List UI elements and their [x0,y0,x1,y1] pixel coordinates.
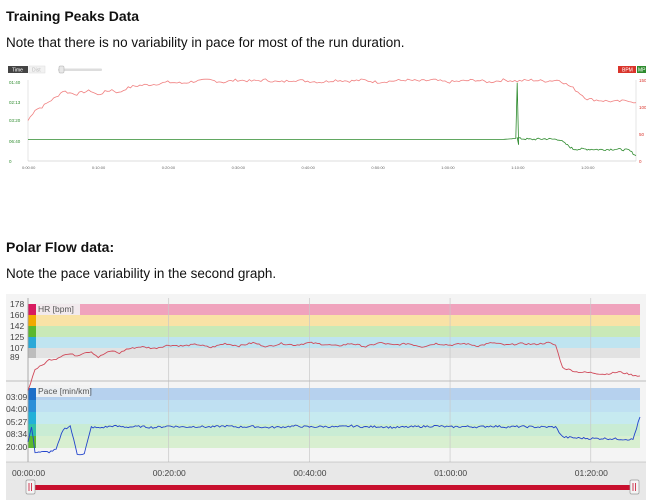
timeline-scrubber-start-handle[interactable] [25,479,36,495]
tp-x-tick: 1:00:00 [441,165,455,170]
tp-left-tick: 01:40 [9,80,21,85]
pace-zone-swatch [28,400,36,412]
pf-heading: Polar Flow data: [6,239,115,255]
hr-zone-swatch [28,337,36,348]
tp-x-tick: 1:20:00 [581,165,595,170]
pf-pace-tick: 08:34 [6,429,28,439]
hr-zone-band [28,304,640,315]
pf-x-tick: 01:00:00 [434,468,467,478]
pf-pace-tick: 03:09 [6,392,28,402]
tp-pace-line [28,82,637,156]
pace-zone-swatch [28,388,36,400]
tp-x-tick: 0:00:00 [22,165,36,170]
bpm-legend-label: BPM [622,68,633,74]
pf-hr-tick: 125 [10,332,24,342]
pf-pace-tick: 05:27 [6,417,28,427]
pace-zone-band [28,388,640,400]
tp-hr-line [27,78,637,121]
tp-left-tick: 06:40 [9,139,21,144]
pace-zone-swatch [28,412,36,424]
time-toggle-label: Time [12,68,23,74]
hr-zone-band [28,315,640,326]
tp-heading: Training Peaks Data [6,8,140,24]
pace-zone-band [28,436,640,448]
tp-right-tick: 150 [639,78,646,83]
tp-right-tick: 50 [639,132,645,137]
dist-toggle-label: Dist [32,68,41,74]
pf-hr-tick: 178 [10,299,24,309]
tp-note: Note that there is no variability in pac… [6,35,405,50]
pf-pace-tick: 20:00 [6,442,28,452]
polar-flow-chart: 178 160 142 125 107 89 03:09 04:00 05:27 08:34 20… [6,294,646,500]
tp-x-tick: 0:10:00 [92,165,106,170]
tp-left-tick: 02:13 [9,100,21,105]
zoom-slider-track[interactable] [58,68,102,72]
zoom-slider-handle[interactable] [58,65,65,74]
tp-x-tick: 0:40:00 [302,165,316,170]
pf-hr-tick: 142 [10,321,24,331]
tp-left-tick: 03:20 [9,118,21,123]
pf-x-tick: 00:40:00 [293,468,326,478]
pace-zone-band [28,400,640,412]
tp-right-tick: 0 [639,159,642,164]
hr-zone-swatch [28,348,36,358]
tp-x-tick: 1:10:00 [511,165,525,170]
hr-zone-swatch [28,315,36,326]
tp-x-tick: 0:30:00 [232,165,246,170]
training-peaks-chart: Time Dist BPM MP 0 06:40 03:20 02:13 01:40 0… [6,62,646,180]
pace-series-label: Pace [min/km] [38,386,92,396]
timeline-scrubber-end-handle[interactable] [629,479,640,495]
tp-x-tick: 0:50:00 [371,165,385,170]
timeline-scrubber-track[interactable] [30,485,634,490]
tp-x-tick: 0:20:00 [162,165,176,170]
tp-right-tick: 100 [639,105,646,110]
pf-x-tick: 00:20:00 [153,468,186,478]
pf-hr-tick: 89 [10,352,20,362]
tp-left-tick: 0 [9,159,12,164]
pace-legend-label: MP [638,68,646,74]
pf-pace-tick: 04:00 [6,404,28,414]
hr-zone-band [28,326,640,337]
pace-zone-band [28,412,640,424]
pf-x-tick: 00:00:00 [12,468,45,478]
pf-note: Note the pace variability in the second … [6,266,277,281]
pf-hr-tick: 160 [10,310,24,320]
pf-x-tick: 01:20:00 [575,468,608,478]
hr-series-label: HR [bpm] [38,304,74,314]
hr-zone-swatch [28,326,36,337]
hr-zone-swatch [28,304,36,315]
